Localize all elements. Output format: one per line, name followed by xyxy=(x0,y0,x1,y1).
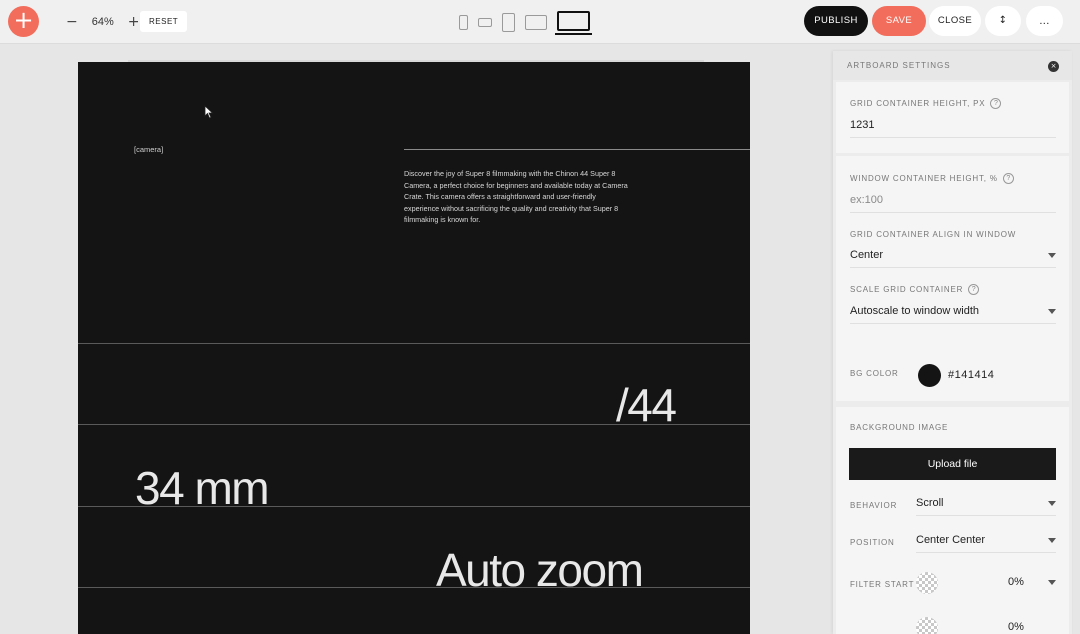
headline-auto-zoom[interactable]: Auto zoom xyxy=(436,544,644,596)
transparency-swatch[interactable] xyxy=(916,617,938,634)
tablet-portrait-icon[interactable] xyxy=(502,13,515,32)
panel-header: ARTBOARD SETTINGS × xyxy=(833,51,1072,80)
grid-height-input[interactable]: 1231 xyxy=(850,119,1056,138)
grid-height-label: GRID CONTAINER HEIGHT, PX ? xyxy=(850,98,1002,109)
close-button[interactable]: CLOSE xyxy=(929,6,981,36)
window-height-label: WINDOW CONTAINER HEIGHT, % ? xyxy=(850,173,1014,184)
zoom-level: 64% xyxy=(91,16,114,28)
top-toolbar: + − 64% + RESET PUBLISH SAVE CLOSE ↕ ... xyxy=(0,0,1080,44)
grid-align-label-text: GRID CONTAINER ALIGN IN WINDOW xyxy=(850,230,1017,239)
share-button[interactable]: ↕ xyxy=(985,6,1021,36)
add-element-button[interactable]: + xyxy=(8,6,39,37)
bg-image-label: BACKGROUND IMAGE xyxy=(850,423,949,432)
bg-color-value[interactable]: #141414 xyxy=(948,369,994,381)
zoom-out-button[interactable]: − xyxy=(66,14,78,30)
mouse-cursor-icon xyxy=(204,105,214,119)
headline-44[interactable]: /44 xyxy=(616,380,677,430)
desktop-icon[interactable] xyxy=(555,11,592,35)
device-switcher xyxy=(459,8,592,35)
artboard-canvas[interactable]: [camera] Discover the joy of Super 8 fil… xyxy=(78,62,750,634)
phone-landscape-icon[interactable] xyxy=(478,18,492,27)
filter-start-label: FILTER START xyxy=(850,580,915,589)
headline-34mm[interactable]: 34 mm xyxy=(135,462,270,514)
zoom-control: − 64% + xyxy=(66,14,140,30)
filter-end-value[interactable]: 0% xyxy=(1008,621,1024,633)
divider-line xyxy=(404,149,750,150)
scale-grid-value: Autoscale to window width xyxy=(850,305,980,317)
save-button[interactable]: SAVE xyxy=(872,6,926,36)
scale-grid-select[interactable]: Autoscale to window width xyxy=(850,305,1056,324)
grid-align-value: Center xyxy=(850,249,884,261)
more-button[interactable]: ... xyxy=(1026,6,1063,36)
grid-height-label-text: GRID CONTAINER HEIGHT, PX xyxy=(850,99,986,108)
help-icon[interactable]: ? xyxy=(968,284,980,295)
close-icon[interactable]: × xyxy=(1048,61,1059,72)
scale-grid-label-text: SCALE GRID CONTAINER xyxy=(850,285,964,294)
chevron-down-icon xyxy=(1048,580,1056,585)
panel-title: ARTBOARD SETTINGS xyxy=(847,61,951,70)
chevron-down-icon xyxy=(1048,309,1056,314)
behavior-select[interactable]: Scroll xyxy=(916,497,1056,516)
phone-portrait-icon[interactable] xyxy=(459,15,468,30)
reset-button[interactable]: RESET xyxy=(140,11,188,32)
position-label: POSITION xyxy=(850,538,895,547)
chevron-down-icon xyxy=(1048,538,1056,543)
scale-grid-label: SCALE GRID CONTAINER ? xyxy=(850,284,980,295)
window-height-label-text: WINDOW CONTAINER HEIGHT, % xyxy=(850,174,998,183)
section-divider xyxy=(78,587,750,588)
position-value: Center Center xyxy=(916,534,986,546)
bg-image-card: BACKGROUND IMAGE Upload file BEHAVIOR Sc… xyxy=(836,407,1069,634)
grid-align-label: GRID CONTAINER ALIGN IN WINDOW xyxy=(850,230,1016,239)
zoom-in-button[interactable]: + xyxy=(128,14,140,30)
upload-file-button[interactable]: Upload file xyxy=(849,448,1056,480)
window-height-input[interactable]: ex:100 xyxy=(850,194,1056,213)
camera-description[interactable]: Discover the joy of Super 8 filmmaking w… xyxy=(404,168,630,226)
grid-height-card: GRID CONTAINER HEIGHT, PX ? 1231 xyxy=(836,82,1069,153)
filter-start-select[interactable]: 0% xyxy=(1008,576,1056,594)
behavior-value: Scroll xyxy=(916,497,944,509)
bg-color-label: BG COLOR xyxy=(850,369,899,378)
help-icon[interactable]: ? xyxy=(990,98,1002,109)
chevron-down-icon xyxy=(1048,501,1056,506)
artboard-settings-panel: ARTBOARD SETTINGS × GRID CONTAINER HEIGH… xyxy=(833,51,1072,634)
grid-align-select[interactable]: Center xyxy=(850,249,1056,268)
transparency-swatch[interactable] xyxy=(916,572,938,594)
position-select[interactable]: Center Center xyxy=(916,534,1056,553)
camera-label[interactable]: [camera] xyxy=(134,145,163,154)
chevron-down-icon xyxy=(1048,253,1056,258)
filter-start-value: 0% xyxy=(1008,576,1024,588)
publish-button[interactable]: PUBLISH xyxy=(804,6,868,36)
bg-color-card: BG COLOR #141414 xyxy=(836,343,1069,401)
help-icon[interactable]: ? xyxy=(1002,173,1014,184)
behavior-label: BEHAVIOR xyxy=(850,501,898,510)
section-divider xyxy=(78,343,750,344)
color-swatch[interactable] xyxy=(918,364,941,387)
tablet-landscape-icon[interactable] xyxy=(525,15,547,30)
